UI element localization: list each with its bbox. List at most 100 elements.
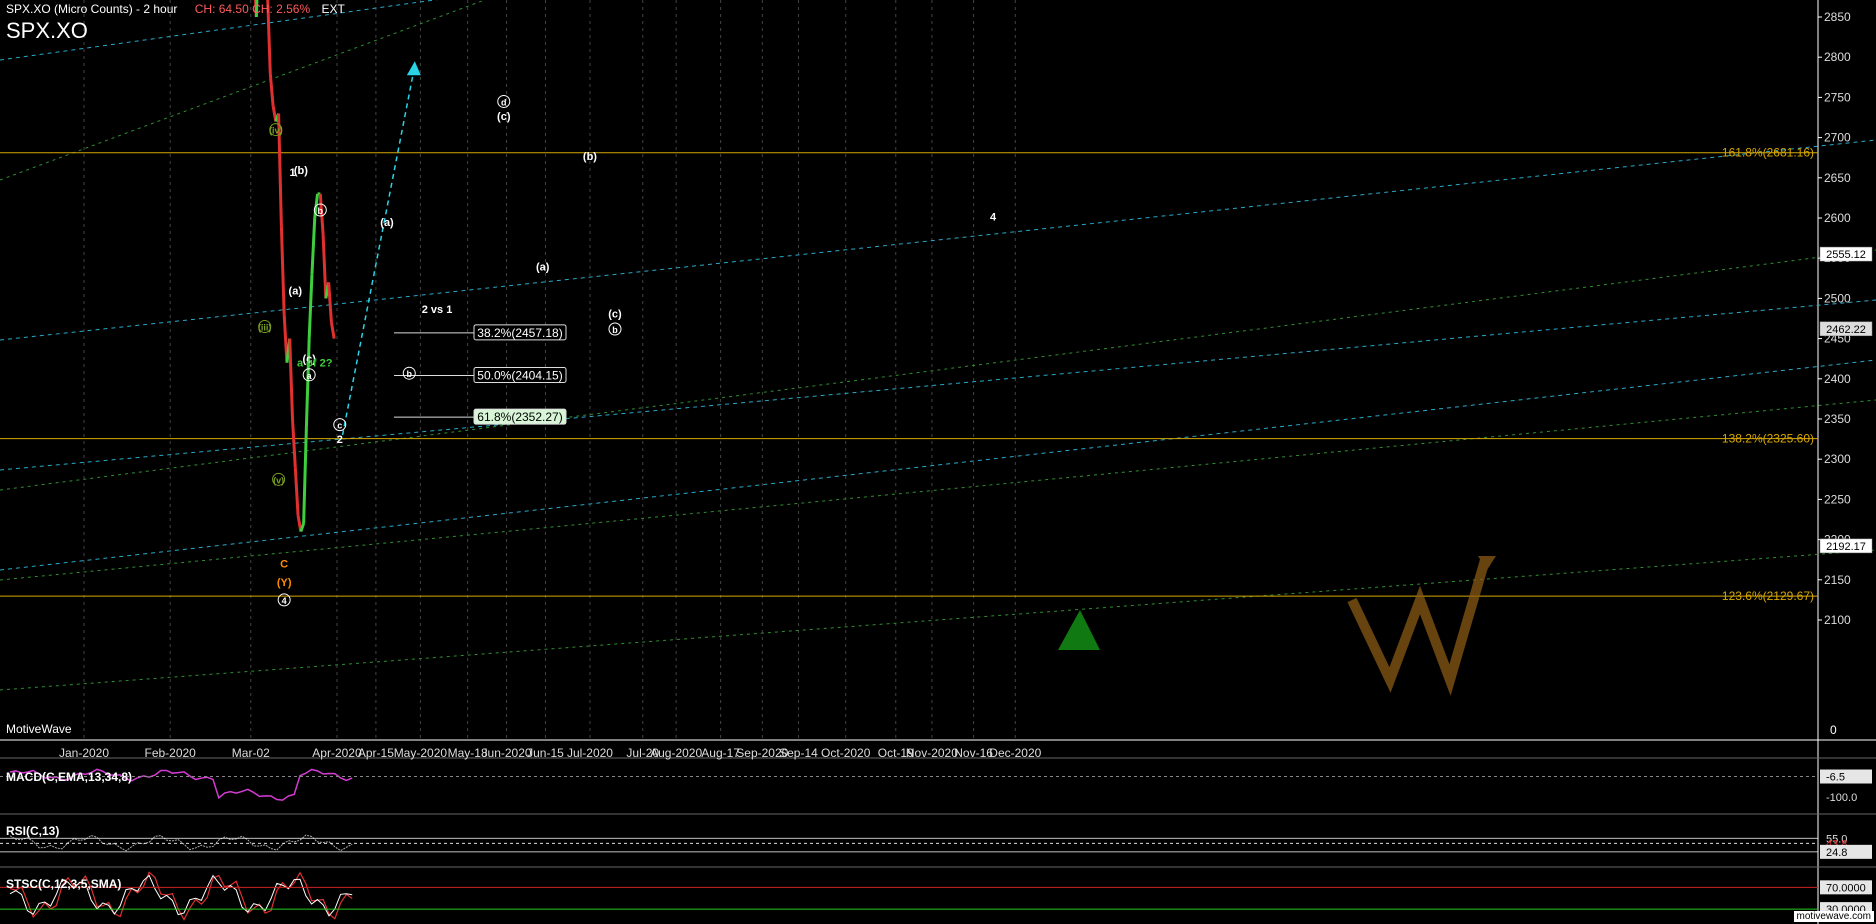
date-tick-label: Jul-2020 (567, 746, 613, 760)
price-segment (293, 467, 300, 516)
indicator-axis-label: 70.0000 (1826, 882, 1866, 894)
price-segment (291, 418, 297, 468)
stoch-label: STSC(C,12,3,5,SMA) (6, 877, 122, 891)
chart-window: Jan-2020 Feb-2020 Mar-02 Apr-2020 Apr-15 May-… (0, 0, 1876, 924)
date-tick-label: Sep-14 (779, 746, 818, 760)
price-segment (302, 426, 308, 524)
price-tick-label: 2750 (1824, 90, 1851, 104)
fib-level-label: 138.2%(2325.60) (1722, 432, 1814, 446)
channel-line (0, 359, 1876, 571)
wave-label: 2 (337, 434, 343, 446)
wave-label: (c) (497, 111, 511, 123)
ext-badge: EXT (321, 2, 345, 16)
footer-watermark: motivewave.com (1793, 911, 1874, 922)
date-tick-label: Dec-2020 (989, 746, 1041, 760)
wave-label: 4 (990, 211, 997, 223)
wave-label: a of 2? (297, 358, 333, 370)
wave-label: a (307, 371, 313, 381)
date-tick-label: Jun-2020 (482, 746, 532, 760)
fib-level-label: 161.8%(2681.16) (1722, 146, 1814, 160)
channel-line (0, 299, 1876, 471)
green-channel-line (0, 249, 1876, 491)
date-tick-label: Oct-2020 (821, 746, 871, 760)
price-chart[interactable]: Jan-2020 Feb-2020 Mar-02 Apr-2020Apr-15 May-… (0, 0, 1876, 924)
wave-label: 2 vs 1 (422, 304, 453, 316)
stockwaves-logo (1058, 556, 1496, 696)
wave-label: (iii) (258, 323, 272, 333)
rsi-label: RSI(C,13) (6, 824, 60, 838)
symbol-label: SPX.XO (6, 18, 88, 43)
wave-label: b (407, 369, 413, 379)
projection-line (341, 65, 416, 436)
price-tick-label: 2250 (1824, 492, 1851, 506)
price-tick-label: 2800 (1824, 50, 1851, 64)
price-tick-label: 2150 (1824, 573, 1851, 587)
provider-label: MotiveWave (6, 722, 72, 736)
price-segment (288, 338, 294, 420)
wave-label: 4 (282, 596, 287, 606)
projection-arrowhead (406, 61, 421, 76)
price-label-text: 2555.12 (1826, 249, 1866, 261)
wave-label: (v) (273, 475, 284, 485)
chart-header: SPX.XO (Micro Counts) - 2 hour CH: 64.50… (6, 2, 345, 16)
zero-axis-label: 0 (1830, 723, 1837, 737)
fib-level-label: 123.6%(2129.67) (1722, 589, 1814, 603)
green-channel-line (0, 549, 1876, 691)
indicator-axis-label: 24.8 (1826, 847, 1847, 859)
price-segment (321, 234, 328, 299)
price-segment (304, 338, 311, 428)
wave-label: b (612, 325, 618, 335)
change-readout: CH: 64.50 CH: 2.56% (194, 2, 311, 16)
price-tick-label: 2100 (1824, 613, 1851, 627)
date-tick-label: Aug-17 (701, 746, 740, 760)
wave-label: C (280, 559, 288, 571)
date-tick-label: Apr-2020 (312, 746, 362, 760)
logo-wave (1347, 558, 1490, 696)
price-segment (299, 523, 306, 533)
price-segment (268, 73, 275, 106)
wave-label: (b) (583, 151, 597, 163)
price-tick-label: 2500 (1824, 291, 1851, 305)
date-tick-label: Nov-2020 (906, 746, 958, 760)
indicator-axis-label: -6.5 (1826, 772, 1845, 784)
price-label-text: 2192.17 (1826, 541, 1866, 553)
wave-label: (Y) (277, 577, 292, 589)
price-tick-label: 2350 (1824, 412, 1851, 426)
date-tick-label: Aug-2020 (650, 746, 702, 760)
date-tick-label: Apr-15 (358, 746, 394, 760)
price-segment (310, 217, 317, 275)
date-tick-label: Feb-2020 (144, 746, 196, 760)
logo-arrow (1058, 610, 1100, 650)
retracement-label: 50.0%(2404.15) (477, 368, 562, 382)
date-tick-label: Nov-16 (954, 746, 993, 760)
price-tick-label: 2850 (1824, 10, 1851, 24)
price-tick-label: 2650 (1824, 171, 1851, 185)
wave-label: c (337, 421, 342, 431)
wave-label: (c) (608, 309, 622, 321)
retracement-label: 38.2%(2457.18) (477, 326, 562, 340)
wave-label: (a) (289, 285, 303, 297)
wave-label: (b) (294, 165, 308, 177)
wave-label: (iv) (269, 126, 283, 136)
wave-label: d (501, 97, 507, 107)
date-tick-label: May-2020 (394, 746, 448, 760)
price-segment (307, 274, 314, 339)
price-tick-label: 2600 (1824, 211, 1851, 225)
macd-label: MACD(C,EMA,13,34,8) (6, 770, 133, 784)
date-tick-label: Jan-2020 (59, 746, 109, 760)
price-tick-label: 2700 (1824, 131, 1851, 145)
price-segment (329, 322, 336, 339)
green-channel-line (0, 399, 1876, 581)
indicator-axis-label: -100.0 (1826, 792, 1857, 804)
retracement-label: 61.8%(2352.27) (477, 410, 562, 424)
price-segment (327, 282, 333, 323)
date-tick-label: Jun-15 (527, 746, 564, 760)
price-tick-label: 2400 (1824, 372, 1851, 386)
price-tick-label: 2300 (1824, 452, 1851, 466)
wave-label: (a) (380, 217, 394, 229)
date-tick-label: Mar-02 (232, 746, 270, 760)
wave-label: b (318, 206, 324, 216)
wave-label: (a) (536, 261, 550, 273)
price-label-text: 2462.22 (1826, 324, 1866, 336)
price-segment (279, 225, 286, 315)
